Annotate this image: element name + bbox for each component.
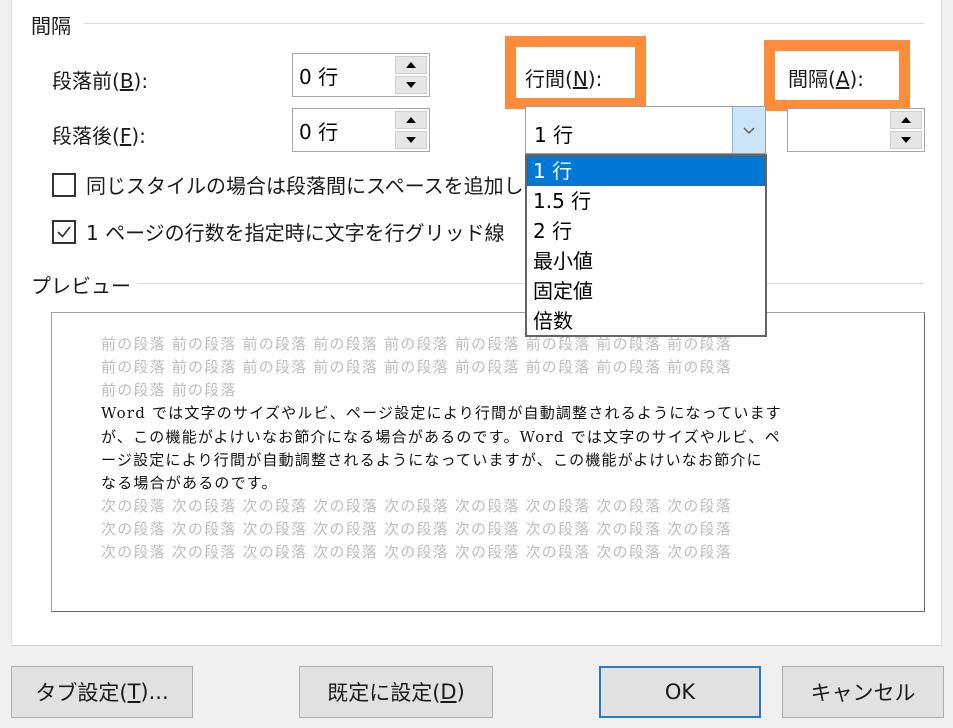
dont-add-space-checkbox-row[interactable]: 同じスタイルの場合は段落間にスペースを追加し	[52, 170, 524, 199]
line-spacing-option[interactable]: 1.5 行	[527, 186, 765, 216]
space-after-spinner[interactable]: 0 行	[292, 108, 430, 152]
space-after-decrement[interactable]	[395, 131, 427, 149]
line-spacing-option[interactable]: 倍数	[527, 306, 765, 336]
at-label: 間隔(A):	[788, 63, 864, 92]
line-spacing-options-list[interactable]: 1 行 1.5 行 2 行 最小値 固定値 倍数	[525, 154, 767, 337]
space-before-increment[interactable]	[395, 56, 427, 74]
line-spacing-accel: N	[572, 67, 588, 91]
paragraph-preview: 前の段落 前の段落 前の段落 前の段落 前の段落 前の段落 前の段落 前の段落 …	[51, 312, 925, 612]
tabs-button[interactable]: タブ設定(T)...	[11, 666, 193, 718]
spacing-section-title: 間隔	[31, 10, 77, 39]
line-spacing-option[interactable]: 最小値	[527, 246, 765, 276]
chevron-down-icon	[743, 127, 755, 134]
line-spacing-option[interactable]: 2 行	[527, 216, 765, 246]
space-before-value[interactable]: 0 行	[299, 61, 338, 90]
arrow-up-icon	[406, 62, 416, 68]
dont-add-space-checkbox[interactable]	[52, 172, 76, 197]
at-decrement[interactable]	[890, 131, 922, 149]
at-increment[interactable]	[890, 111, 922, 129]
at-spinner[interactable]	[787, 108, 925, 152]
space-after-label: 段落後(F):	[52, 120, 146, 149]
at-label-suffix: ):	[849, 67, 865, 91]
preview-previous-line: 前の段落 前の段落 前の段落 前の段落 前の段落 前の段落 前の段落 前の段落 …	[101, 358, 732, 376]
at-accel: A	[835, 67, 850, 91]
cancel-button[interactable]: キャンセル	[782, 666, 944, 718]
snap-to-grid-checkbox-row[interactable]: 1 ページの行数を指定時に文字を行グリッド線	[52, 217, 505, 246]
preview-body-line: なる場合があるのです。	[101, 474, 278, 492]
space-before-spinner[interactable]: 0 行	[292, 53, 430, 97]
arrow-up-icon	[901, 117, 911, 123]
dont-add-space-label: 同じスタイルの場合は段落間にスペースを追加し	[86, 174, 524, 198]
space-after-value[interactable]: 0 行	[299, 116, 338, 145]
space-after-label-text: 段落後(	[52, 124, 120, 148]
arrow-down-icon	[901, 137, 911, 143]
line-spacing-selected-value: 1 行	[534, 123, 574, 147]
snap-to-grid-checkbox[interactable]	[52, 219, 76, 244]
space-before-accel: B	[119, 69, 134, 93]
preview-body-line: Word では文字のサイズやルビ、ページ設定により行間が自動調整されるようになっ…	[101, 404, 782, 422]
set-default-button-accel: D	[440, 680, 457, 704]
preview-next-line: 次の段落 次の段落 次の段落 次の段落 次の段落 次の段落 次の段落 次の段落 …	[101, 520, 732, 538]
preview-next-line: 次の段落 次の段落 次の段落 次の段落 次の段落 次の段落 次の段落 次の段落 …	[101, 497, 732, 515]
arrow-down-icon	[406, 82, 416, 88]
line-spacing-label-suffix: ):	[587, 67, 603, 91]
space-before-label-text: 段落前(	[52, 69, 120, 93]
snap-to-grid-label: 1 ページの行数を指定時に文字を行グリッド線	[86, 221, 505, 245]
at-label-text: 間隔(	[788, 67, 836, 91]
line-spacing-label-text: 行間(	[525, 67, 573, 91]
set-default-button-suffix: )	[456, 680, 465, 704]
preview-section-title: プレビュー	[31, 270, 137, 299]
line-spacing-option[interactable]: 1 行	[527, 156, 765, 186]
space-after-increment[interactable]	[395, 111, 427, 129]
checkmark-icon	[57, 226, 71, 238]
preview-section-divider	[120, 283, 924, 284]
line-spacing-option[interactable]: 固定値	[527, 276, 765, 306]
preview-body-line: ージ設定により行間が自動調整されるようになっていますが、この機能がよけいなお節介…	[101, 451, 763, 469]
line-spacing-select[interactable]: 1 行	[525, 106, 766, 154]
space-before-label-suffix: ):	[133, 69, 149, 93]
preview-body-line: が、この機能がよけいなお節介になる場合があるのです。Word では文字のサイズや…	[101, 428, 781, 446]
set-default-button-label: 既定に設定(	[327, 681, 441, 705]
spacing-section-divider	[84, 23, 924, 24]
tabs-button-suffix: )...	[140, 680, 169, 704]
arrow-down-icon	[406, 137, 416, 143]
set-default-button[interactable]: 既定に設定(D)	[299, 666, 493, 718]
line-spacing-label: 行間(N):	[525, 63, 602, 92]
tabs-button-accel: T	[127, 680, 141, 704]
preview-previous-line: 前の段落 前の段落	[101, 381, 237, 399]
arrow-up-icon	[406, 117, 416, 123]
line-spacing-dropdown-button[interactable]	[732, 107, 765, 153]
space-before-label: 段落前(B):	[52, 65, 148, 94]
space-after-accel: F	[119, 124, 132, 148]
space-after-label-suffix: ):	[131, 124, 146, 148]
tabs-button-label: タブ設定(	[35, 681, 128, 705]
ok-button[interactable]: OK	[599, 666, 761, 718]
space-before-decrement[interactable]	[395, 76, 427, 94]
preview-next-line: 次の段落 次の段落 次の段落 次の段落 次の段落 次の段落 次の段落 次の段落 …	[101, 543, 732, 561]
